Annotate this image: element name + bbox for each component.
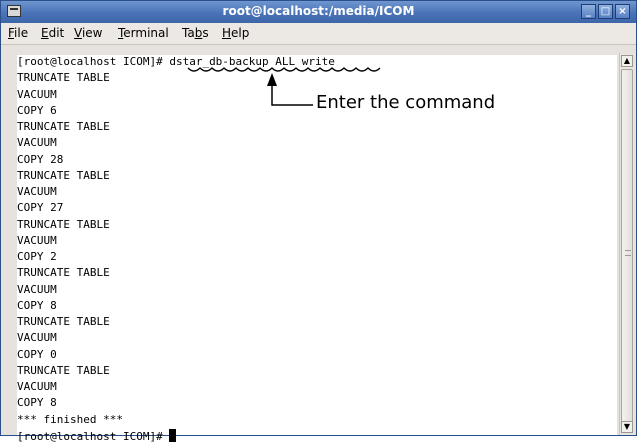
menu-view[interactable]: View [74,26,102,40]
output-line: VACUUM [17,185,57,198]
output-line: VACUUM [17,87,57,101]
output-line: COPY 8 [17,396,57,410]
menu-tabs[interactable]: Tabs [182,26,209,40]
final-prompt: [root@localhost ICOM]# [17,429,163,443]
output-line: TRUNCATE TABLE [17,363,110,377]
command-text: dstar_db-backup ALL write [169,55,335,68]
output-line: TRUNCATE TABLE [17,266,110,280]
scroll-up-arrow-icon[interactable]: ▲ [621,55,633,67]
close-button[interactable]: × [615,4,630,19]
output-line: TRUNCATE TABLE [17,120,110,133]
output-line: COPY 2 [17,250,57,263]
output-line: TRUNCATE TABLE [17,217,110,231]
output-line: COPY 28 [17,152,64,166]
output-line: TRUNCATE TABLE [17,168,110,182]
output-line: *** finished *** [17,412,123,426]
output-line: VACUUM [17,331,57,345]
output-line: VACUUM [17,282,57,296]
output-line: VACUUM [17,233,57,247]
output-line: COPY 0 [17,347,57,361]
output-line: VACUUM [17,136,57,150]
output-line: VACUUM [17,380,57,393]
scroll-grip-icon [625,250,631,256]
annotation-label: Enter the command [316,92,496,113]
vertical-scrollbar[interactable]: ▲ ▼ [619,53,634,435]
scroll-down-arrow-icon[interactable]: ▼ [621,421,633,433]
output-line: TRUNCATE TABLE [17,71,110,85]
prompt: [root@localhost ICOM]# [17,55,163,68]
minimize-button[interactable]: _ [581,4,596,19]
terminal-window: root@localhost:/media/ICOM _ □ × File Ed… [0,0,637,443]
menu-file[interactable]: File [8,26,28,40]
scrollbar-thumb[interactable] [621,69,633,429]
menu-edit[interactable]: Edit [41,26,64,40]
output-line: COPY 8 [17,298,57,312]
output-line: TRUNCATE TABLE [17,315,110,328]
menu-bar: File Edit View Terminal Tabs Help [1,23,636,45]
command-line: [root@localhost ICOM]# dstar_db-backup A… [17,55,335,68]
title-bar[interactable]: root@localhost:/media/ICOM _ □ × [1,1,636,23]
menu-terminal[interactable]: Terminal [118,26,169,40]
window-title: root@localhost:/media/ICOM [222,4,415,18]
output-line: COPY 6 [17,103,57,117]
text-cursor-icon [169,428,177,442]
output-line: COPY 27 [17,201,64,215]
maximize-button[interactable]: □ [598,4,613,19]
menu-help[interactable]: Help [222,26,249,40]
